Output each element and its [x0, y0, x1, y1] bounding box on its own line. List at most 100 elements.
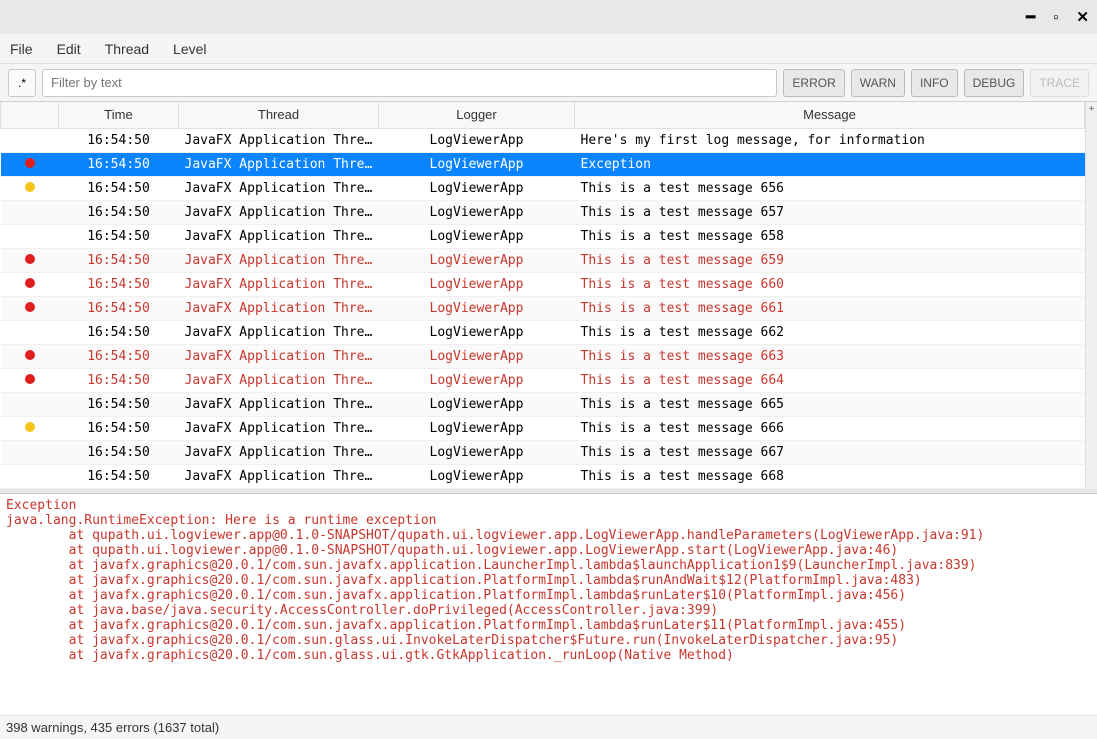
cell-message: This is a test message 667	[575, 440, 1085, 464]
cell-message: This is a test message 656	[575, 176, 1085, 200]
cell-logger: LogViewerApp	[379, 368, 575, 392]
add-column-button[interactable]: +	[1085, 102, 1097, 489]
col-thread[interactable]: Thread	[179, 102, 379, 128]
cell-time: 16:54:50	[59, 296, 179, 320]
level-info-button[interactable]: INFO	[911, 69, 958, 97]
cell-thread: JavaFX Application Thread	[179, 272, 379, 296]
table-row[interactable]: 16:54:50JavaFX Application ThreadLogView…	[1, 176, 1085, 200]
cell-thread: JavaFX Application Thread	[179, 464, 379, 488]
log-table-wrap: Time Thread Logger Message 16:54:50JavaF…	[0, 102, 1097, 489]
log-table: Time Thread Logger Message 16:54:50JavaF…	[0, 102, 1085, 489]
cell-time: 16:54:50	[59, 440, 179, 464]
table-row[interactable]: 16:54:50JavaFX Application ThreadLogView…	[1, 368, 1085, 392]
cell-logger: LogViewerApp	[379, 152, 575, 176]
cell-time: 16:54:50	[59, 248, 179, 272]
level-debug-button[interactable]: DEBUG	[964, 69, 1025, 97]
cell-time: 16:54:50	[59, 416, 179, 440]
cell-message: This is a test message 666	[575, 416, 1085, 440]
level-warn-button[interactable]: WARN	[851, 69, 905, 97]
cell-thread: JavaFX Application Thread	[179, 152, 379, 176]
cell-logger: LogViewerApp	[379, 200, 575, 224]
cell-message: This is a test message 662	[575, 320, 1085, 344]
cell-logger: LogViewerApp	[379, 176, 575, 200]
cell-logger: LogViewerApp	[379, 320, 575, 344]
cell-message: This is a test message 658	[575, 224, 1085, 248]
table-row[interactable]: 16:54:50JavaFX Application ThreadLogView…	[1, 320, 1085, 344]
cell-thread: JavaFX Application Thread	[179, 248, 379, 272]
table-row[interactable]: 16:54:50JavaFX Application ThreadLogView…	[1, 248, 1085, 272]
cell-message: This is a test message 661	[575, 296, 1085, 320]
minimize-icon[interactable]: ━	[1026, 8, 1035, 26]
status-text: 398 warnings, 435 errors (1637 total)	[6, 720, 219, 735]
col-severity[interactable]	[1, 102, 59, 128]
table-row[interactable]: 16:54:50JavaFX Application ThreadLogView…	[1, 152, 1085, 176]
col-time[interactable]: Time	[59, 102, 179, 128]
cell-severity	[1, 440, 59, 464]
cell-severity	[1, 392, 59, 416]
cell-message: This is a test message 659	[575, 248, 1085, 272]
cell-time: 16:54:50	[59, 176, 179, 200]
cell-logger: LogViewerApp	[379, 224, 575, 248]
cell-time: 16:54:50	[59, 272, 179, 296]
cell-thread: JavaFX Application Thread	[179, 176, 379, 200]
regex-toggle-button[interactable]: .*	[8, 69, 36, 97]
cell-message: Here's my first log message, for informa…	[575, 128, 1085, 152]
cell-severity	[1, 368, 59, 392]
level-error-button[interactable]: ERROR	[783, 69, 844, 97]
menu-level[interactable]: Level	[173, 41, 206, 57]
table-row[interactable]: 16:54:50JavaFX Application ThreadLogView…	[1, 440, 1085, 464]
cell-time: 16:54:50	[59, 152, 179, 176]
cell-thread: JavaFX Application Thread	[179, 440, 379, 464]
titlebar: ━ ▫ ✕	[0, 0, 1097, 34]
cell-logger: LogViewerApp	[379, 464, 575, 488]
cell-severity	[1, 200, 59, 224]
severity-error-icon	[25, 254, 35, 264]
level-trace-button[interactable]: TRACE	[1030, 69, 1089, 97]
cell-severity	[1, 344, 59, 368]
table-row[interactable]: 16:54:50JavaFX Application ThreadLogView…	[1, 224, 1085, 248]
table-row[interactable]: 16:54:50JavaFX Application ThreadLogView…	[1, 392, 1085, 416]
detail-pane[interactable]: Exception java.lang.RuntimeException: He…	[0, 493, 1097, 716]
maximize-icon[interactable]: ▫	[1053, 9, 1058, 26]
severity-error-icon	[25, 350, 35, 360]
table-row[interactable]: 16:54:50JavaFX Application ThreadLogView…	[1, 272, 1085, 296]
cell-severity	[1, 176, 59, 200]
cell-thread: JavaFX Application Thread	[179, 224, 379, 248]
severity-error-icon	[25, 302, 35, 312]
menu-edit[interactable]: Edit	[57, 41, 81, 57]
cell-logger: LogViewerApp	[379, 128, 575, 152]
cell-severity	[1, 152, 59, 176]
cell-time: 16:54:50	[59, 392, 179, 416]
table-row[interactable]: 16:54:50JavaFX Application ThreadLogView…	[1, 416, 1085, 440]
cell-thread: JavaFX Application Thread	[179, 200, 379, 224]
cell-thread: JavaFX Application Thread	[179, 344, 379, 368]
cell-logger: LogViewerApp	[379, 392, 575, 416]
menu-thread[interactable]: Thread	[105, 41, 149, 57]
cell-message: This is a test message 665	[575, 392, 1085, 416]
cell-thread: JavaFX Application Thread	[179, 392, 379, 416]
table-row[interactable]: 16:54:50JavaFX Application ThreadLogView…	[1, 344, 1085, 368]
cell-message: This is a test message 668	[575, 464, 1085, 488]
cell-thread: JavaFX Application Thread	[179, 368, 379, 392]
cell-severity	[1, 224, 59, 248]
cell-logger: LogViewerApp	[379, 248, 575, 272]
table-row[interactable]: 16:54:50JavaFX Application ThreadLogView…	[1, 464, 1085, 488]
table-row[interactable]: 16:54:50JavaFX Application ThreadLogView…	[1, 128, 1085, 152]
col-logger[interactable]: Logger	[379, 102, 575, 128]
filter-input[interactable]	[42, 69, 777, 97]
close-icon[interactable]: ✕	[1076, 8, 1089, 26]
table-row[interactable]: 16:54:50JavaFX Application ThreadLogView…	[1, 296, 1085, 320]
cell-time: 16:54:50	[59, 200, 179, 224]
severity-warn-icon	[25, 182, 35, 192]
log-table-scroll[interactable]: Time Thread Logger Message 16:54:50JavaF…	[0, 102, 1085, 489]
menubar: File Edit Thread Level	[0, 34, 1097, 64]
cell-message: This is a test message 660	[575, 272, 1085, 296]
cell-thread: JavaFX Application Thread	[179, 296, 379, 320]
menu-file[interactable]: File	[10, 41, 33, 57]
cell-message: This is a test message 663	[575, 344, 1085, 368]
cell-logger: LogViewerApp	[379, 416, 575, 440]
table-row[interactable]: 16:54:50JavaFX Application ThreadLogView…	[1, 200, 1085, 224]
statusbar: 398 warnings, 435 errors (1637 total)	[0, 715, 1097, 739]
app-window: ━ ▫ ✕ File Edit Thread Level .* ERROR WA…	[0, 0, 1097, 739]
col-message[interactable]: Message	[575, 102, 1085, 128]
